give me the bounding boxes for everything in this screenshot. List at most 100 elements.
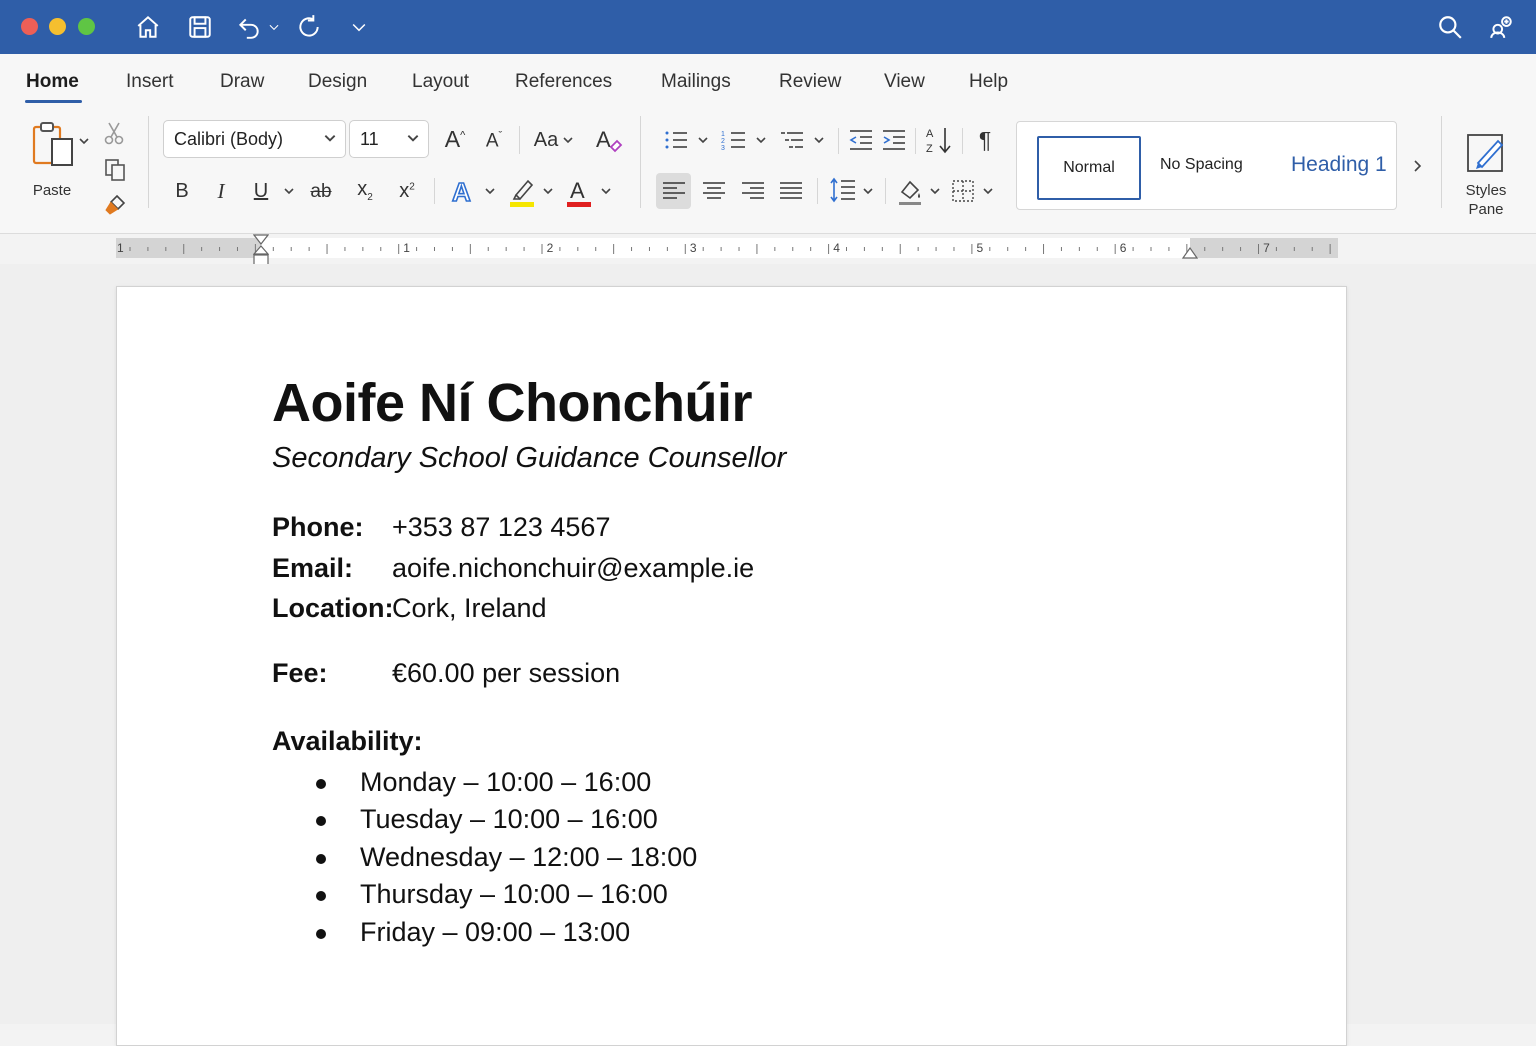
cut-icon[interactable] bbox=[102, 120, 126, 146]
ruler-ticks: 1 1 2 3 4 5 6 7 bbox=[117, 241, 1331, 255]
change-case-button[interactable]: Aa bbox=[530, 124, 578, 156]
tab-review[interactable]: Review bbox=[779, 71, 841, 93]
decrease-indent-icon[interactable] bbox=[847, 126, 875, 154]
italic-label: I bbox=[217, 178, 225, 203]
tab-insert[interactable]: Insert bbox=[126, 71, 174, 93]
text-effects-icon[interactable]: A bbox=[448, 174, 478, 208]
styles-more-icon[interactable] bbox=[1407, 154, 1427, 178]
font-name-select[interactable]: Calibri (Body) bbox=[163, 120, 346, 158]
change-case-label: Aa bbox=[533, 129, 559, 151]
multilevel-dropdown-icon[interactable] bbox=[812, 133, 826, 147]
align-right-button[interactable] bbox=[737, 173, 769, 209]
contact-phone-row[interactable]: Phone: +353 87 123 4567 bbox=[272, 512, 610, 543]
save-icon[interactable] bbox=[183, 10, 217, 44]
numbering-icon[interactable]: 123 bbox=[720, 126, 748, 154]
list-item-text: Thursday – 10:00 – 16:00 bbox=[360, 879, 668, 909]
document-subtitle[interactable]: Secondary School Guidance Counsellor bbox=[272, 442, 786, 475]
bold-button[interactable]: B bbox=[170, 176, 194, 206]
right-indent-marker[interactable] bbox=[1181, 244, 1199, 260]
format-painter-icon[interactable] bbox=[102, 192, 128, 218]
bullets-dropdown-icon[interactable] bbox=[696, 133, 710, 147]
redo-icon[interactable] bbox=[292, 10, 326, 44]
tab-layout[interactable]: Layout bbox=[412, 71, 469, 93]
justify-button[interactable] bbox=[775, 173, 807, 209]
tab-draw[interactable]: Draw bbox=[220, 71, 264, 93]
contact-email-row[interactable]: Email: aoife.nichonchuir@example.ie bbox=[272, 553, 754, 584]
search-icon[interactable] bbox=[1433, 10, 1467, 44]
ruler-number: 1 bbox=[117, 241, 124, 255]
justify-icon bbox=[780, 182, 802, 199]
contact-value: aoife.nichonchuir@example.ie bbox=[392, 553, 755, 583]
borders-dropdown-icon[interactable] bbox=[981, 184, 995, 198]
availability-heading[interactable]: Availability: bbox=[272, 726, 423, 757]
separator bbox=[817, 178, 818, 204]
style-heading-1[interactable]: Heading 1 bbox=[1291, 153, 1387, 177]
borders-icon[interactable] bbox=[948, 176, 978, 206]
shrink-font-icon[interactable]: Aˇ bbox=[480, 126, 508, 156]
font-name-value: Calibri (Body) bbox=[174, 128, 284, 149]
tab-help[interactable]: Help bbox=[969, 71, 1008, 93]
tab-mailings[interactable]: Mailings bbox=[661, 71, 731, 93]
customize-icon[interactable] bbox=[342, 10, 376, 44]
italic-button[interactable]: I bbox=[209, 176, 233, 206]
superscript-button[interactable]: x2 bbox=[394, 176, 420, 206]
shading-icon[interactable] bbox=[894, 174, 926, 208]
highlight-icon[interactable] bbox=[508, 174, 536, 208]
minimize-window-button[interactable] bbox=[49, 18, 66, 35]
font-color-dropdown-icon[interactable] bbox=[599, 184, 613, 198]
strikethrough-button[interactable]: ab bbox=[306, 176, 336, 206]
bullets-icon[interactable] bbox=[662, 126, 690, 154]
contact-label: Email: bbox=[272, 553, 354, 583]
grow-font-icon[interactable]: A^ bbox=[441, 124, 469, 154]
zoom-window-button[interactable] bbox=[78, 18, 95, 35]
svg-text:A: A bbox=[596, 127, 611, 152]
separator bbox=[962, 128, 963, 154]
align-left-button[interactable] bbox=[656, 173, 691, 209]
tab-view[interactable]: View bbox=[884, 71, 925, 93]
underline-dropdown-icon[interactable] bbox=[282, 184, 296, 198]
left-indent-marker[interactable] bbox=[252, 234, 270, 268]
sort-icon[interactable]: AZ bbox=[924, 124, 954, 156]
close-window-button[interactable] bbox=[21, 18, 38, 35]
increase-indent-icon[interactable] bbox=[880, 126, 908, 154]
style-normal[interactable]: Normal bbox=[1037, 136, 1141, 200]
styles-pane-button[interactable] bbox=[1462, 128, 1510, 176]
font-size-select[interactable]: 11 bbox=[349, 120, 429, 158]
undo-icon[interactable] bbox=[232, 10, 266, 44]
shading-dropdown-icon[interactable] bbox=[928, 184, 942, 198]
font-color-icon[interactable]: A bbox=[565, 174, 593, 208]
align-center-button[interactable] bbox=[698, 173, 730, 209]
share-icon[interactable] bbox=[1484, 10, 1518, 44]
contact-label: Phone: bbox=[272, 512, 364, 542]
separator bbox=[838, 128, 839, 154]
style-no-spacing[interactable]: No Spacing bbox=[1160, 156, 1243, 174]
paste-button[interactable] bbox=[28, 118, 78, 170]
numbering-dropdown-icon[interactable] bbox=[754, 133, 768, 147]
document-name-heading[interactable]: Aoife Ní Chonchúir bbox=[272, 372, 752, 434]
tab-design[interactable]: Design bbox=[308, 71, 367, 93]
paste-dropdown-icon[interactable] bbox=[77, 134, 91, 148]
subscript-button[interactable]: x2 bbox=[352, 176, 378, 206]
ruler-number: 1 bbox=[403, 241, 410, 255]
svg-text:2: 2 bbox=[721, 138, 725, 145]
underline-button[interactable]: U bbox=[249, 176, 273, 206]
undo-dropdown-icon[interactable] bbox=[262, 10, 286, 44]
multilevel-list-icon[interactable] bbox=[778, 126, 806, 154]
show-formatting-button[interactable]: ¶ bbox=[972, 124, 998, 156]
tab-home[interactable]: Home bbox=[26, 71, 79, 93]
contact-location-row[interactable]: Location: Cork, Ireland bbox=[272, 593, 547, 624]
fee-row[interactable]: Fee: €60.00 per session bbox=[272, 658, 620, 689]
strikethrough-label: ab bbox=[310, 180, 332, 202]
text-effects-dropdown-icon[interactable] bbox=[483, 184, 497, 198]
line-spacing-icon[interactable] bbox=[828, 174, 858, 206]
copy-icon[interactable] bbox=[102, 157, 128, 183]
highlight-dropdown-icon[interactable] bbox=[541, 184, 555, 198]
list-item-text: Tuesday – 10:00 – 16:00 bbox=[360, 804, 658, 834]
line-spacing-dropdown-icon[interactable] bbox=[861, 184, 875, 198]
align-center-icon bbox=[703, 182, 725, 199]
paste-icon bbox=[32, 122, 73, 166]
clear-formatting-icon[interactable]: A bbox=[594, 124, 624, 156]
separator bbox=[519, 126, 520, 154]
tab-references[interactable]: References bbox=[515, 71, 612, 93]
home-icon[interactable] bbox=[131, 10, 165, 44]
